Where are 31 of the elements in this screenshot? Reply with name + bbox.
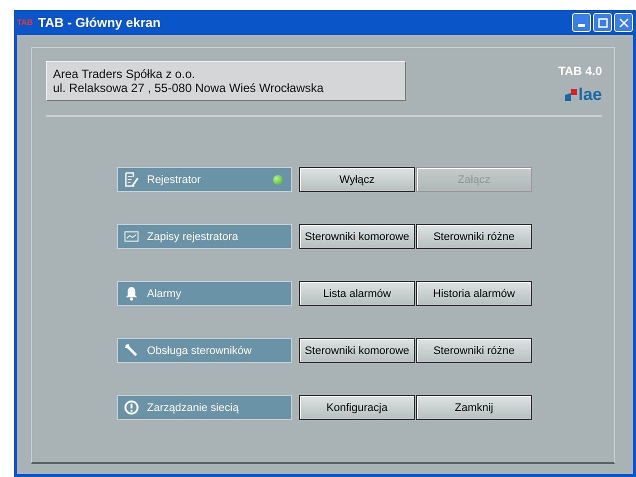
version-label: TAB 4.0 [558,64,602,78]
info-icon [124,400,139,415]
section-text: Zapisy rejestratora [147,230,238,242]
logo-text: lae [578,86,602,103]
close-icon [618,18,628,28]
action-button[interactable]: Konfiguracja [299,395,415,420]
window-title: TAB - Główny ekran [38,15,161,30]
maximize-icon [598,18,608,28]
action-button[interactable]: Sterowniki różne [416,338,532,363]
company-text: ul. Relaksowa 27 , 55-080 Nowa Wieś Wrocławska [53,81,325,95]
company-text: Area Traders Spółka z o.o. [53,67,196,81]
action-button[interactable]: Wyłącz [299,167,415,192]
action-button[interactable]: Sterowniki komorowe [299,224,415,249]
action-button[interactable]: Historia alarmów [416,281,532,306]
chart-icon [124,229,139,244]
bell-icon [124,286,139,301]
section-text: Obsługa sterowników [147,344,252,356]
close-button[interactable] [614,13,633,32]
action-button[interactable]: Sterowniki komorowe [299,338,415,363]
edit-document-icon [124,172,139,187]
section-text: Alarmy [147,288,182,300]
section-text: Zarządzanie siecią [147,402,239,414]
logo-mark-icon [565,88,578,100]
wrench-icon [124,343,139,358]
app-icon: TAB [17,18,33,26]
maximize-button[interactable] [593,13,612,32]
minimize-button[interactable] [572,13,591,32]
action-button[interactable]: Sterowniki różne [416,224,532,249]
section-text: Rejestrator [147,174,201,186]
action-button[interactable]: Lista alarmów [299,281,415,306]
action-button[interactable]: Zamknij [416,395,532,420]
